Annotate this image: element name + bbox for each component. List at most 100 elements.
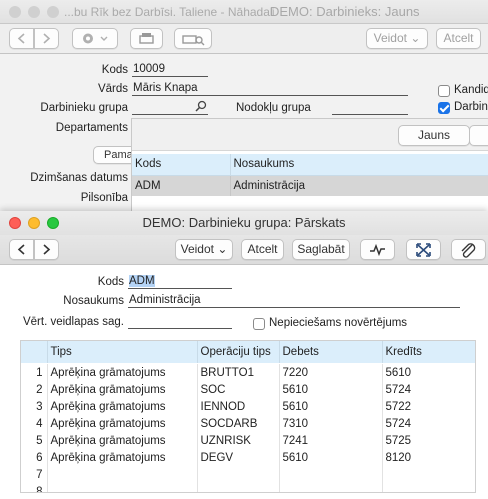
vert-veidlapas-label: Vērt. veidlapas sag. [22, 316, 124, 328]
gear-icon [83, 33, 108, 44]
table-row[interactable]: 3 Aprēķina grāmatojums IENNOD 5610 5722 [21, 398, 475, 415]
lookup-col-nosaukums[interactable]: Nosaukums [230, 154, 488, 175]
back-atcelt-button[interactable]: Atcelt [436, 28, 481, 49]
nav-forward-button[interactable] [34, 239, 59, 260]
veidot-button[interactable]: Veidot ⌄ [175, 239, 233, 260]
nodoklu-grupa-label: Nodokļu grupa [236, 102, 311, 114]
col-debets[interactable]: Debets [279, 341, 383, 363]
tips-cell [47, 483, 198, 492]
operaciju-tips-cell [197, 466, 280, 483]
row-number-cell: 1 [21, 364, 48, 381]
lookup-jauns-button[interactable]: Jauns [398, 125, 470, 146]
kandidats-label: Kandid [454, 84, 488, 96]
kods-field[interactable]: ADM [128, 274, 232, 289]
close-button[interactable] [9, 217, 21, 229]
table-row[interactable]: 8 [21, 483, 475, 492]
back-nav-forward-button[interactable] [34, 28, 59, 49]
minimize-button[interactable] [28, 217, 40, 229]
debets-cell [279, 483, 383, 492]
debets-cell: 7220 [279, 364, 383, 381]
table-header-row: Tips Operāciju tips Debets Kredīts [21, 341, 475, 363]
nodoklu-grupa-field[interactable] [332, 100, 408, 115]
window-title: DEMO: Darbinieku grupa: Pārskats [142, 215, 346, 230]
expand-icon [416, 243, 431, 257]
operaciju-tips-cell [197, 483, 280, 492]
table-row[interactable]: 1 Aprēķina grāmatojums BRUTTO1 7220 5610 [21, 364, 475, 381]
attachment-button[interactable] [451, 239, 486, 260]
kods-value: ADM [129, 275, 155, 287]
col-tips[interactable]: Tips [47, 341, 198, 363]
table-row[interactable]: 2 Aprēķina grāmatojums SOC 5610 5724 [21, 381, 475, 398]
row-number-cell: 4 [21, 415, 48, 432]
vards-label: Vārds [97, 83, 128, 95]
back-print-preview-button[interactable] [174, 28, 212, 49]
row-number-cell: 2 [21, 381, 48, 398]
kredits-cell: 8120 [385, 451, 412, 464]
table-row[interactable]: 7 [21, 466, 475, 483]
debets-cell: 7310 [279, 415, 383, 432]
col-kredits[interactable]: Kredīts [382, 341, 475, 363]
back-veidot-button[interactable]: Veidot ⌄ [366, 28, 428, 49]
saglabat-button[interactable]: Saglabāt [292, 239, 350, 260]
lookup-extra-button[interactable] [469, 125, 488, 146]
darbinieku-grupa-label: Darbinieku grupa [40, 102, 128, 114]
pilsoniba-label: Pilsonība [80, 192, 128, 204]
print-preview-icon [182, 35, 205, 46]
front-title-bar: DEMO: Darbinieku grupa: Pārskats [0, 211, 488, 235]
back-action-menu-button[interactable] [72, 28, 118, 49]
vert-veidlapas-field[interactable] [128, 314, 232, 329]
zoom-dot[interactable] [47, 6, 59, 18]
pulse-button[interactable] [360, 239, 395, 260]
tips-cell [47, 466, 198, 483]
table-row[interactable]: 4 Aprēķina grāmatojums SOCDARB 7310 5724 [21, 415, 475, 432]
kredits-cell [382, 466, 475, 483]
operaciju-tips-cell: SOCDARB [197, 415, 280, 432]
front-window: DEMO: Darbinieku grupa: Pārskats Veidot … [0, 211, 488, 499]
row-number-cell: 7 [21, 466, 48, 483]
kandidats-checkbox[interactable] [438, 85, 450, 97]
vards-field[interactable]: Māris Knapa [132, 81, 408, 96]
col-operaciju-tips[interactable]: Operāciju tips [197, 341, 280, 363]
nav-back-button[interactable] [9, 239, 34, 260]
nepieciesams-label: Nepieciešams novērtējums [269, 317, 408, 329]
kredits-cell: 5724 [385, 383, 412, 396]
expand-button[interactable] [406, 239, 441, 260]
table-row[interactable]: 6 Aprēķina grāmatojums DEGV 5610 8120 [21, 449, 475, 466]
tips-cell: Aprēķina grāmatojums [47, 398, 198, 415]
kods-label: Kods [101, 64, 128, 76]
window-title: DEMO: Darbinieks: Jauns [270, 4, 420, 19]
transactions-rows: 1 Aprēķina grāmatojums BRUTTO1 7220 5610 2 Apr… [21, 364, 475, 492]
zoom-button[interactable] [47, 217, 59, 229]
search-icon[interactable] [195, 100, 207, 112]
kods-field[interactable]: 10009 [132, 62, 208, 77]
debets-cell: 5610 [279, 449, 383, 466]
transactions-table: Tips Operāciju tips Debets Kredīts [21, 341, 475, 363]
kredits-cell: 5724 [385, 417, 412, 430]
transactions-table-frame: Tips Operāciju tips Debets Kredīts 1 Aprē… [20, 340, 476, 493]
row-number-cell: 6 [21, 449, 48, 466]
lookup-row[interactable]: ADM Administrācija [132, 175, 488, 196]
minimize-dot[interactable] [28, 6, 40, 18]
close-dot[interactable] [9, 6, 21, 18]
nepieciesams-checkbox[interactable] [253, 318, 265, 330]
back-print-button[interactable] [130, 28, 163, 49]
debets-cell: 7241 [279, 432, 383, 449]
back-window: ...bu Rīk bez Darbīsi. Taliene - Nāhadal… [0, 0, 488, 212]
back-nav-back-button[interactable] [9, 28, 34, 49]
lookup-cell-nosaukums: Administrācija [233, 179, 306, 192]
lookup-cell-kods: ADM [132, 175, 231, 196]
kods-label: Kods [97, 276, 124, 288]
darbinieks-checkbox[interactable] [438, 102, 450, 114]
atcelt-button[interactable]: Atcelt [241, 239, 284, 260]
row-number-cell: 3 [21, 398, 48, 415]
operaciju-tips-cell: IENNOD [197, 398, 280, 415]
activity-icon [370, 243, 385, 257]
chevron-left-icon [17, 33, 25, 44]
table-row[interactable]: 5 Aprēķina grāmatojums UZNRISK 7241 5725 [21, 432, 475, 449]
kredits-cell: 5725 [385, 434, 412, 447]
lookup-col-kods[interactable]: Kods [132, 154, 231, 175]
col-row-number [21, 341, 48, 363]
chevron-right-icon [43, 244, 51, 255]
tips-cell: Aprēķina grāmatojums [47, 432, 198, 449]
nosaukums-field[interactable]: Administrācija [128, 293, 460, 308]
